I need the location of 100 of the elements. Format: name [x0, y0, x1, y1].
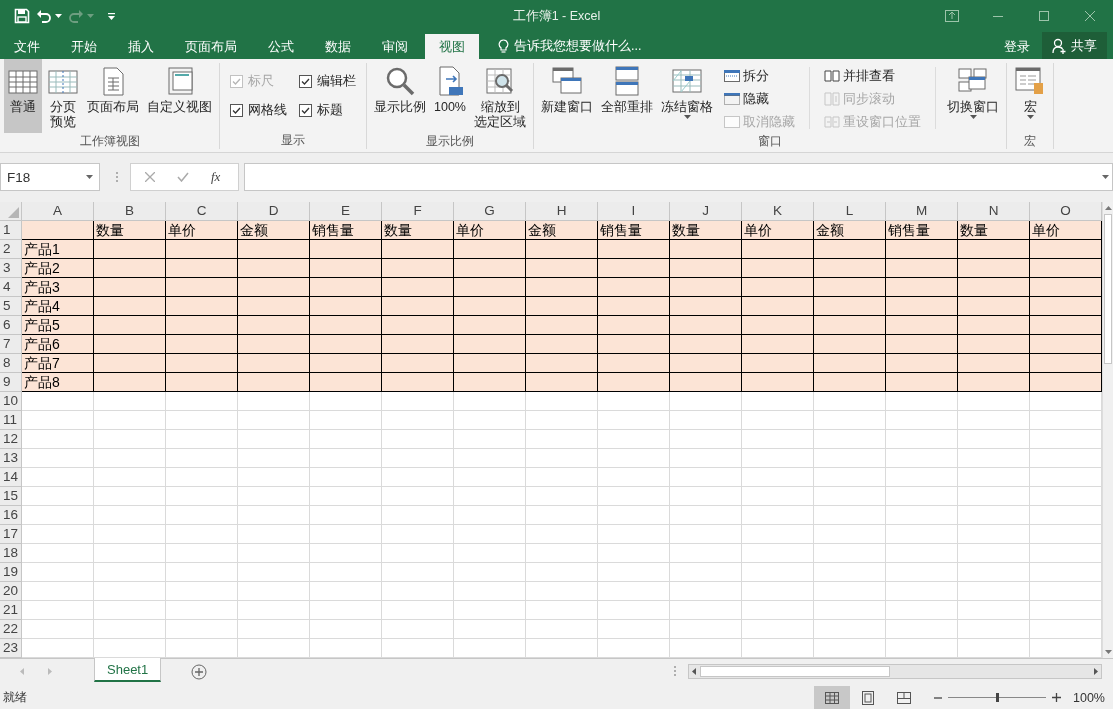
next-sheet-icon[interactable]: [48, 668, 52, 676]
ribbon-button[interactable]: 显示比例: [371, 59, 429, 133]
column-header[interactable]: N: [958, 202, 1030, 221]
row-header[interactable]: 6: [0, 316, 22, 335]
ribbon-tab[interactable]: 数据: [311, 34, 365, 59]
row-header[interactable]: 8: [0, 354, 22, 373]
ribbon-tab[interactable]: 插入: [114, 34, 168, 59]
ribbon-tab[interactable]: 公式: [254, 34, 308, 59]
column-header[interactable]: L: [814, 202, 886, 221]
scroll-thumb[interactable]: [1104, 214, 1112, 364]
ribbon-button[interactable]: 页面布局: [84, 59, 142, 133]
row-header[interactable]: 7: [0, 335, 22, 354]
ribbon-button[interactable]: 全部重排: [598, 59, 656, 133]
row-header[interactable]: 22: [0, 620, 22, 639]
ribbon-tab[interactable]: 页面布局: [171, 34, 251, 59]
column-header[interactable]: E: [310, 202, 382, 221]
zoom-slider[interactable]: [948, 693, 1046, 702]
lightbulb-icon: [498, 39, 509, 54]
undo-button[interactable]: [36, 9, 62, 23]
share-button[interactable]: 共享: [1042, 32, 1107, 59]
column-header[interactable]: J: [670, 202, 742, 221]
table-cell: 数量: [958, 221, 1030, 240]
ribbon-button[interactable]: 拆分: [722, 65, 797, 87]
row-header[interactable]: 3: [0, 259, 22, 278]
column-header[interactable]: D: [238, 202, 310, 221]
row-header[interactable]: 11: [0, 411, 22, 430]
view-mode-button[interactable]: [814, 686, 850, 709]
table-cell: 数量: [670, 221, 742, 240]
ribbon-button[interactable]: 缩放到 选定区域: [471, 59, 529, 133]
ribbon-button[interactable]: 普通: [4, 59, 42, 133]
column-header[interactable]: K: [742, 202, 814, 221]
scroll-down-icon[interactable]: [1104, 650, 1112, 655]
checkbox[interactable]: 网格线: [230, 102, 287, 119]
search-icon: [384, 65, 416, 97]
ribbon-tab[interactable]: 视图: [425, 34, 479, 59]
slider-thumb[interactable]: [995, 693, 999, 702]
ribbon-tab[interactable]: 开始: [57, 34, 111, 59]
ribbon-button[interactable]: 并排查看: [822, 65, 923, 87]
row-header[interactable]: 13: [0, 449, 22, 468]
row-header[interactable]: 2: [0, 240, 22, 259]
row-header[interactable]: 10: [0, 392, 22, 411]
ribbon-button[interactable]: 自定义视图: [144, 59, 215, 133]
column-header[interactable]: H: [526, 202, 598, 221]
ribbon-button[interactable]: 隐藏: [722, 88, 797, 110]
row-header[interactable]: 15: [0, 487, 22, 506]
ribbon-button[interactable]: 新建窗口: [538, 59, 596, 133]
save-icon[interactable]: [14, 8, 30, 24]
redo-button[interactable]: [68, 9, 94, 23]
column-header[interactable]: B: [94, 202, 166, 221]
row-header[interactable]: 21: [0, 601, 22, 620]
row-header[interactable]: 16: [0, 506, 22, 525]
scroll-left-icon[interactable]: [692, 668, 696, 676]
scroll-thumb[interactable]: [700, 666, 890, 678]
row-header[interactable]: 9: [0, 373, 22, 392]
column-header[interactable]: C: [166, 202, 238, 221]
previous-sheet-icon[interactable]: [20, 668, 24, 676]
insert-function-button[interactable]: fx: [211, 169, 221, 185]
ribbon-button[interactable]: 冻结窗格: [658, 59, 716, 133]
checkbox[interactable]: 编辑栏: [299, 73, 356, 90]
column-header[interactable]: M: [886, 202, 958, 221]
row-header[interactable]: 12: [0, 430, 22, 449]
tell-me-field[interactable]: 告诉我您想要做什么...: [492, 34, 648, 59]
sheet-tab[interactable]: Sheet1: [94, 658, 162, 683]
ribbon-button[interactable]: 宏: [1011, 59, 1049, 133]
ribbon-button[interactable]: 100%: [431, 59, 469, 133]
row-header[interactable]: 23: [0, 639, 22, 658]
column-header[interactable]: G: [454, 202, 526, 221]
ribbon-button[interactable]: 切换窗口: [944, 59, 1002, 133]
cancel-icon[interactable]: [145, 172, 155, 182]
row-header[interactable]: 4: [0, 278, 22, 297]
caret-icon: [86, 175, 93, 179]
ribbon-tab[interactable]: 文件: [0, 34, 54, 59]
select-all-icon[interactable]: [8, 207, 19, 218]
check-icon[interactable]: [177, 172, 189, 182]
customize-toolbar-icon[interactable]: [108, 12, 115, 20]
column-header[interactable]: I: [598, 202, 670, 221]
sign-in-link[interactable]: 登录: [992, 34, 1042, 59]
drag-handle-icon[interactable]: [116, 172, 118, 182]
checkbox[interactable]: 标题: [299, 102, 356, 119]
scroll-right-icon[interactable]: [1094, 668, 1098, 676]
table-cell: 单价: [1030, 221, 1102, 240]
ribbon-tab[interactable]: 审阅: [368, 34, 422, 59]
column-header[interactable]: O: [1030, 202, 1102, 221]
ribbon-button[interactable]: 分页 预览: [44, 59, 82, 133]
add-sheet-icon[interactable]: [191, 664, 208, 681]
row-header[interactable]: 14: [0, 468, 22, 487]
column-header[interactable]: A: [22, 202, 94, 221]
row-header[interactable]: 5: [0, 297, 22, 316]
row-header[interactable]: 18: [0, 544, 22, 563]
horizontal-scrollbar[interactable]: [688, 664, 1102, 680]
column-header[interactable]: F: [382, 202, 454, 221]
row-header[interactable]: 20: [0, 582, 22, 601]
formula-input-field[interactable]: [244, 163, 1113, 191]
row-header[interactable]: 1: [0, 221, 22, 240]
scroll-up-icon[interactable]: [1104, 206, 1112, 210]
row-header[interactable]: 17: [0, 525, 22, 544]
vertical-scrollbar[interactable]: [1102, 202, 1113, 659]
row-header[interactable]: 19: [0, 563, 22, 582]
drag-handle-icon[interactable]: [674, 666, 676, 677]
name-box[interactable]: F18: [0, 163, 100, 191]
